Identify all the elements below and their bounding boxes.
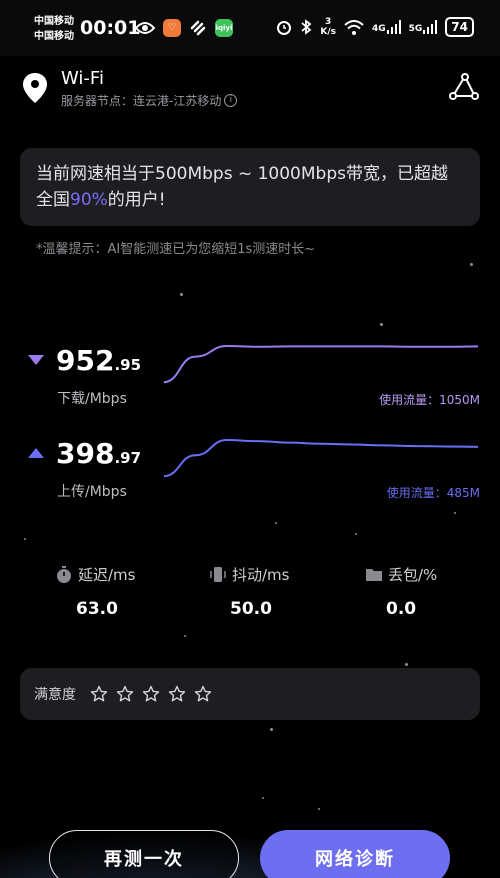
download-arrow-icon	[28, 355, 44, 365]
latency-value: 63.0	[76, 599, 118, 619]
star-rating[interactable]	[90, 685, 212, 703]
status-bar: 中国移动 中国移动 00:01 ♡ iqiyi 3 K/s 4G 5G 74	[0, 0, 500, 56]
network-diagnosis-button[interactable]: 网络诊断	[260, 830, 450, 878]
download-usage: 使用流量：1050M	[379, 393, 480, 407]
wifi-icon	[344, 19, 364, 35]
app-logo-icon	[190, 20, 206, 36]
latency-stat: 延迟/ms 63.0	[56, 564, 176, 619]
system-icons: 3 K/s 4G 5G 74	[276, 17, 474, 37]
star-icon[interactable]	[142, 685, 160, 703]
info-icon[interactable]: i	[224, 94, 238, 107]
server-node[interactable]: 服务器节点：连云港-江苏移动 i	[61, 92, 238, 109]
location-pin-icon	[23, 73, 47, 103]
battery-indicator: 74	[445, 17, 474, 37]
star-icon[interactable]	[116, 685, 134, 703]
clock: 00:01	[80, 17, 141, 39]
upload-speed-chart	[164, 438, 479, 478]
star-icon[interactable]	[194, 685, 212, 703]
download-speed-chart	[164, 344, 479, 384]
star-icon[interactable]	[90, 685, 108, 703]
tip-text: *温馨提示：AI智能测速已为您缩短1s测速时长~	[36, 242, 316, 257]
download-speed-line	[164, 344, 479, 384]
jitter-value: 50.0	[230, 599, 272, 619]
packet-loss-value: 0.0	[386, 599, 417, 619]
speed-summary-card: 当前网速相当于500Mbps ~ 1000Mbps带宽，已超越全国90%的用户!	[20, 148, 480, 226]
signal-1: 4G	[372, 20, 401, 34]
satisfaction-rating: 满意度	[20, 668, 480, 720]
summary-suffix: 的用户!	[107, 190, 166, 210]
packet-loss-stat: 丢包/% 0.0	[366, 564, 486, 619]
summary-percent: 90%	[70, 190, 108, 210]
upload-speed-line	[164, 438, 479, 478]
shield-app-icon: ♡	[163, 19, 181, 37]
upload-usage: 使用流量：485M	[386, 486, 480, 500]
carrier-1: 中国移动	[34, 16, 74, 27]
folder-icon	[366, 569, 382, 581]
notification-icons: ♡ iqiyi	[135, 19, 233, 37]
carrier-info: 中国移动 中国移动	[34, 14, 74, 44]
packet-loss-label: 丢包/%	[388, 566, 438, 584]
rating-label: 满意度	[34, 687, 76, 703]
bluetooth-icon	[301, 19, 312, 35]
vibrate-icon	[210, 567, 226, 582]
download-unit: 下载/Mbps	[57, 391, 127, 407]
latency-label: 延迟/ms	[78, 566, 136, 584]
server-label: 服务器节点：连云港-江苏移动	[61, 94, 222, 108]
star-icon[interactable]	[168, 685, 186, 703]
signal-bars-icon	[423, 20, 438, 34]
video-app-icon: iqiyi	[215, 19, 233, 37]
eye-icon	[135, 22, 155, 34]
jitter-stat: 抖动/ms 50.0	[210, 564, 330, 619]
upload-unit: 上传/Mbps	[57, 484, 127, 500]
alarm-icon	[277, 21, 292, 35]
carrier-2: 中国移动	[34, 31, 74, 42]
signal-2: 5G	[409, 20, 438, 34]
download-speed: 952.95	[56, 344, 142, 377]
jitter-label: 抖动/ms	[232, 566, 290, 584]
retest-button[interactable]: 再测一次	[49, 830, 239, 878]
upload-arrow-icon	[28, 448, 44, 458]
network-speed: 3 K/s	[320, 17, 336, 37]
share-icon[interactable]	[448, 72, 480, 102]
upload-speed: 398.97	[56, 437, 142, 470]
stopwatch-icon	[57, 566, 71, 583]
network-name: Wi-Fi	[61, 68, 104, 89]
signal-bars-icon	[386, 20, 401, 34]
